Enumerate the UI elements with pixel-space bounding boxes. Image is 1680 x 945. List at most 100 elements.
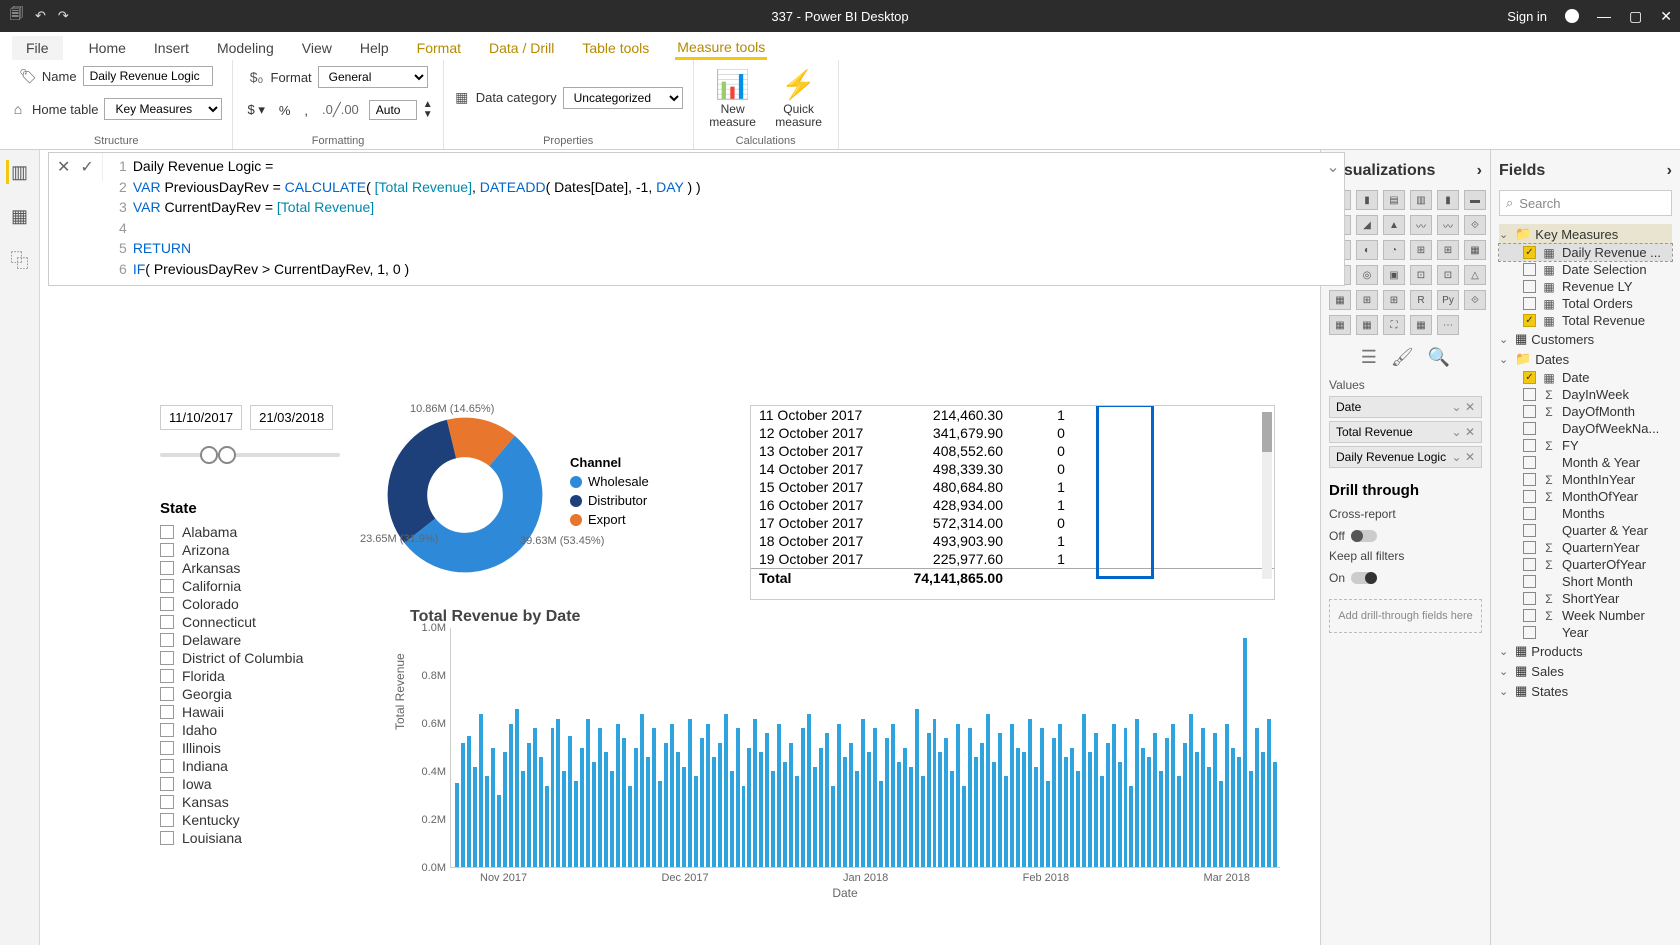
viz-type-icon[interactable]: ▬ [1464,190,1486,210]
report-view-icon[interactable]: ▥ [6,160,30,184]
bar[interactable] [885,738,889,867]
bar[interactable] [1076,771,1080,867]
bar[interactable] [712,757,716,867]
bar[interactable] [897,762,901,867]
bar[interactable] [974,757,978,867]
table-states[interactable]: ⌄▦States [1499,681,1672,701]
viz-type-icon[interactable]: ◢ [1356,215,1378,235]
checkbox-icon[interactable] [1523,439,1536,452]
field-item[interactable]: ΣMonthOfYear [1499,488,1672,505]
bar[interactable] [497,795,501,867]
checkbox-icon[interactable]: ✓ [1523,371,1536,384]
viz-type-icon[interactable]: 〰 [1437,215,1459,235]
field-item[interactable]: ΣShortYear [1499,590,1672,607]
field-item[interactable]: ΣMonthInYear [1499,471,1672,488]
formula-commit-icon[interactable]: ✓ [80,157,93,177]
bar[interactable] [1100,776,1104,867]
datacategory-select[interactable]: Uncategorized [563,87,683,109]
checkbox-icon[interactable] [1523,507,1536,520]
bar[interactable] [1022,752,1026,867]
state-item[interactable]: Hawaii [160,703,360,721]
state-item[interactable]: Arizona [160,541,360,559]
viz-type-icon[interactable]: ▲ [1383,215,1405,235]
state-item[interactable]: Idaho [160,721,360,739]
table-scrollbar[interactable] [1262,412,1272,579]
table-row[interactable]: 19 October 2017225,977.601 [751,550,1274,569]
bar[interactable] [1070,748,1074,868]
bar[interactable] [789,743,793,867]
bar[interactable] [795,776,799,867]
bar[interactable] [574,781,578,867]
checkbox-icon[interactable] [1523,592,1536,605]
decimals-input[interactable] [369,100,417,120]
field-item[interactable]: ▦Revenue LY [1499,278,1672,295]
bar[interactable] [646,757,650,867]
field-item[interactable]: Quarter & Year [1499,522,1672,539]
undo-icon[interactable]: ↶ [35,8,46,24]
bar[interactable] [944,738,948,867]
bar[interactable] [879,781,883,867]
keep-filters-toggle[interactable]: On [1329,571,1377,585]
bar[interactable] [652,728,656,867]
bar[interactable] [1261,752,1265,867]
viz-type-icon[interactable]: ⟐ [1464,215,1486,235]
bar[interactable] [622,738,626,867]
bar[interactable] [915,709,919,867]
checkbox-icon[interactable] [160,651,174,665]
table-row[interactable]: 15 October 2017480,684.801 [751,478,1274,496]
bar[interactable] [670,724,674,867]
bar[interactable] [664,743,668,867]
bar[interactable] [1237,757,1241,867]
field-item[interactable]: Months [1499,505,1672,522]
checkbox-icon[interactable] [160,795,174,809]
bar[interactable] [1273,762,1277,867]
field-item[interactable]: Year [1499,624,1672,641]
state-item[interactable]: California [160,577,360,595]
bar[interactable] [1135,719,1139,867]
checkbox-icon[interactable] [1523,405,1536,418]
bar[interactable] [706,724,710,867]
bar[interactable] [551,728,555,867]
formula-editor[interactable]: 1Daily Revenue Logic = 2VAR PreviousDayR… [103,153,1322,285]
field-item[interactable]: ✓▦Daily Revenue ... [1499,244,1672,261]
checkbox-icon[interactable] [1523,297,1536,310]
date-from[interactable]: 11/10/2017 [160,405,242,430]
checkbox-icon[interactable] [160,705,174,719]
bar[interactable] [909,767,913,867]
checkbox-icon[interactable] [160,741,174,755]
bar[interactable] [1219,781,1223,867]
viz-type-icon[interactable]: Py [1437,290,1459,310]
bar[interactable] [1195,752,1199,867]
bar[interactable] [1118,762,1122,867]
bar[interactable] [640,714,644,867]
bar[interactable] [580,748,584,868]
drillthrough-drop[interactable]: Add drill-through fields here [1329,599,1482,633]
bar[interactable] [539,757,543,867]
checkbox-icon[interactable] [1523,422,1536,435]
currency-button[interactable]: $ ▾ [243,102,268,118]
percent-button[interactable]: % [275,103,295,118]
slider-handle-left[interactable] [200,446,218,464]
checkbox-icon[interactable] [160,723,174,737]
bar[interactable] [968,728,972,867]
measure-name-input[interactable] [83,66,213,86]
field-item[interactable]: ΣQuarterOfYear [1499,556,1672,573]
table-row[interactable]: 13 October 2017408,552.600 [751,442,1274,460]
state-item[interactable]: Georgia [160,685,360,703]
viz-type-icon[interactable]: △ [1464,265,1486,285]
viz-type-icon[interactable]: ▦ [1464,240,1486,260]
bar[interactable] [545,786,549,867]
formula-bar[interactable]: ✕ ✓ 1Daily Revenue Logic = 2VAR Previous… [48,152,1345,286]
bar[interactable] [676,752,680,867]
bar[interactable] [1094,733,1098,867]
bar[interactable] [1082,714,1086,867]
checkbox-icon[interactable] [160,633,174,647]
new-measure-button[interactable]: 📊 New measure [704,70,762,129]
checkbox-icon[interactable] [160,777,174,791]
checkbox-icon[interactable] [1523,473,1536,486]
bar[interactable] [1177,776,1181,867]
save-icon[interactable]: 🗐 [10,5,23,27]
bar[interactable] [718,743,722,867]
viz-type-icon[interactable]: ◎ [1356,265,1378,285]
table-row[interactable]: 14 October 2017498,339.300 [751,460,1274,478]
